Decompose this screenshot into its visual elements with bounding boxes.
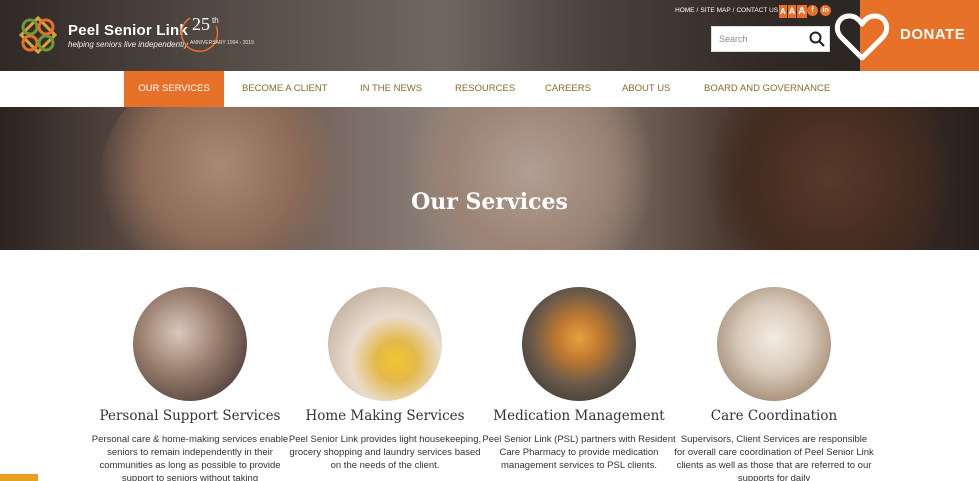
anniversary-subtitle: ANNIVERSARY 1994 - 2019: [190, 40, 254, 46]
service-description: Personal care & home-making services ena…: [91, 434, 289, 481]
hero-photo-face: [400, 107, 660, 250]
brand-tagline: helping seniors live independently: [68, 39, 189, 49]
link-separator: /: [696, 7, 699, 14]
search-icon[interactable]: [808, 30, 826, 48]
nav-become-a-client[interactable]: BECOME A CLIENT: [242, 71, 328, 107]
anniversary-number: 25: [192, 14, 210, 34]
logo[interactable]: Peel Senior Link helping seniors live in…: [14, 11, 188, 59]
service-title[interactable]: Medication Management: [479, 408, 679, 424]
nav-about-us[interactable]: ABOUT US: [622, 71, 670, 107]
hero-photo-face: [100, 107, 340, 250]
text-size-small-button[interactable]: A: [779, 5, 787, 18]
nav-board-and-governance[interactable]: BOARD AND GOVERNANCE: [704, 71, 830, 107]
hero-photo-face: [700, 107, 960, 250]
feedback-tab[interactable]: [0, 474, 38, 481]
anniversary-suffix: th: [212, 16, 219, 25]
facebook-icon[interactable]: f: [807, 5, 818, 16]
text-size-large-button[interactable]: A: [797, 5, 807, 18]
text-size-controls: A A A: [779, 5, 807, 18]
nav-our-services[interactable]: OUR SERVICES: [124, 71, 224, 107]
service-title[interactable]: Home Making Services: [285, 408, 485, 424]
site-map-link[interactable]: SITE MAP: [700, 7, 730, 14]
services-section: Personal Support Services Personal care …: [0, 250, 979, 481]
service-title[interactable]: Care Coordination: [674, 408, 874, 424]
search-box: [711, 26, 830, 52]
care-coordination-photo[interactable]: [717, 287, 831, 401]
page-title: Our Services: [411, 189, 568, 215]
donate-label: DONATE: [900, 26, 966, 43]
logo-knot-icon: [18, 15, 58, 55]
service-description: Supervisors, Client Services are respons…: [674, 434, 874, 481]
anniversary-badge: 25 th ANNIVERSARY 1994 - 2019: [178, 12, 254, 56]
hero-banner: Our Services: [0, 107, 979, 250]
utility-links: HOME / SITE MAP / CONTACT US: [675, 7, 778, 14]
link-separator: /: [732, 7, 735, 14]
service-description: Peel Senior Link provides light housekee…: [288, 434, 482, 471]
service-description: Peel Senior Link (PSL) partners with Res…: [482, 434, 676, 471]
brand-name: Peel Senior Link: [68, 21, 188, 39]
personal-support-photo[interactable]: [133, 287, 247, 401]
home-making-photo[interactable]: [328, 287, 442, 401]
search-input[interactable]: [712, 27, 807, 51]
main-nav: OUR SERVICES BECOME A CLIENT IN THE NEWS…: [0, 71, 979, 107]
nav-resources[interactable]: RESOURCES: [455, 71, 515, 107]
contact-us-link[interactable]: CONTACT US: [736, 7, 778, 14]
heart-icon[interactable]: [834, 12, 890, 62]
nav-careers[interactable]: CAREERS: [545, 71, 591, 107]
service-title[interactable]: Personal Support Services: [90, 408, 290, 424]
medication-photo[interactable]: [522, 287, 636, 401]
nav-in-the-news[interactable]: IN THE NEWS: [360, 71, 422, 107]
text-size-medium-button[interactable]: A: [787, 5, 797, 18]
linkedin-icon[interactable]: in: [820, 5, 831, 16]
home-link[interactable]: HOME: [675, 7, 695, 14]
